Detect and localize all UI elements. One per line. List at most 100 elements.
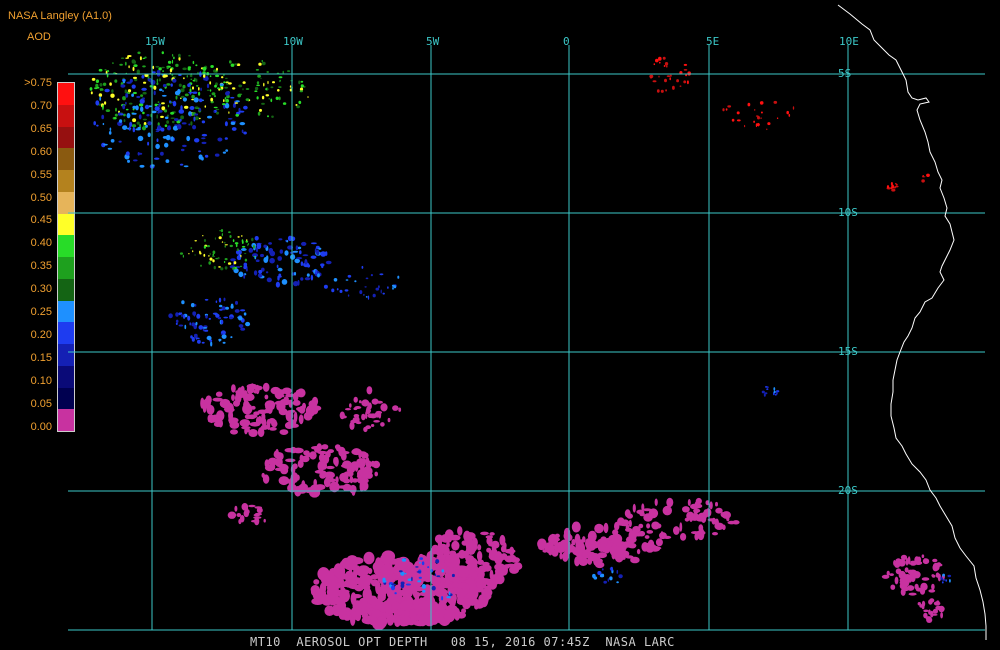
aod-pixel bbox=[360, 461, 365, 472]
aod-pixel bbox=[170, 136, 174, 142]
aod-pixel bbox=[732, 520, 740, 525]
aod-pixel bbox=[165, 159, 170, 164]
aod-pixel bbox=[122, 125, 128, 130]
aod-pixel bbox=[427, 570, 431, 578]
aod-pixel bbox=[666, 497, 674, 508]
aod-pixel bbox=[223, 99, 225, 103]
aod-pixel bbox=[218, 338, 222, 342]
aod-pixel bbox=[178, 83, 182, 88]
aod-pixel bbox=[449, 612, 458, 618]
aod-pixel bbox=[224, 86, 229, 89]
aod-pixel bbox=[651, 521, 660, 530]
aod-pixel bbox=[365, 425, 372, 430]
aod-pixel bbox=[102, 122, 105, 126]
aod-pixel bbox=[300, 80, 304, 83]
aod-pixel bbox=[361, 413, 366, 421]
aod-pixel bbox=[318, 453, 326, 463]
aod-pixel bbox=[179, 252, 184, 255]
aod-pixel bbox=[451, 540, 460, 551]
aod-pixel bbox=[766, 388, 769, 391]
aod-pixel bbox=[170, 111, 175, 115]
aod-pixel bbox=[363, 294, 365, 296]
aod-pixel bbox=[644, 535, 650, 539]
aod-pixel bbox=[120, 113, 124, 116]
aod-pixel bbox=[202, 71, 206, 74]
aod-pixel bbox=[256, 84, 260, 87]
aod-pixel bbox=[156, 114, 158, 119]
aod-pixel bbox=[212, 312, 218, 315]
aod-pixel bbox=[258, 269, 263, 274]
aod-pixel bbox=[232, 239, 235, 243]
aod-pixel bbox=[224, 97, 227, 100]
aod-pixel bbox=[200, 397, 205, 409]
aod-pixel bbox=[656, 89, 660, 93]
aod-pixel bbox=[206, 404, 215, 415]
aod-pixel bbox=[300, 277, 304, 281]
aod-pixel bbox=[394, 592, 397, 595]
lat-lon-grid: 15W 10W 5W 0 5E 10E 5S 10S 15S 20S bbox=[68, 35, 985, 631]
aod-pixel bbox=[333, 457, 338, 465]
aod-pixel bbox=[233, 261, 237, 265]
aod-pixel bbox=[690, 503, 698, 510]
aod-pixel bbox=[437, 540, 443, 547]
aod-pixel bbox=[895, 185, 899, 188]
aod-pixel bbox=[268, 97, 270, 100]
aod-pixel bbox=[131, 93, 135, 97]
aod-pixel bbox=[639, 511, 645, 517]
aod-pixel bbox=[766, 386, 769, 389]
aod-pixel bbox=[157, 111, 160, 114]
aod-pixel bbox=[267, 404, 273, 414]
aod-pixel bbox=[97, 86, 100, 89]
aod-pixel bbox=[210, 341, 213, 347]
aod-pixel bbox=[265, 94, 270, 97]
aod-pixel bbox=[646, 523, 651, 529]
aod-pixel bbox=[314, 446, 320, 453]
aod-pixel bbox=[225, 81, 229, 84]
aod-pixel bbox=[217, 412, 224, 418]
aod-pixel bbox=[392, 284, 395, 287]
aod-pixel bbox=[110, 139, 115, 143]
aod-pixel bbox=[380, 403, 388, 412]
aod-pixel bbox=[359, 574, 373, 585]
aod-pixel bbox=[284, 448, 295, 453]
aod-pixel bbox=[182, 84, 186, 89]
aod-pixel bbox=[921, 604, 925, 610]
aod-pixel bbox=[940, 612, 943, 619]
aod-pixel bbox=[256, 507, 263, 514]
aod-pixel bbox=[215, 391, 223, 397]
aod-pixel bbox=[224, 137, 228, 140]
aod-pixel bbox=[163, 109, 168, 113]
aod-pixel bbox=[212, 259, 215, 263]
aod-pixel bbox=[238, 110, 245, 113]
aod-pixel bbox=[894, 576, 899, 585]
aod-pixel bbox=[228, 111, 230, 114]
lon-label-15w: 15W bbox=[145, 35, 165, 48]
aod-pixel bbox=[331, 288, 335, 293]
aod-pixel bbox=[245, 510, 249, 514]
aod-pixel bbox=[265, 271, 269, 274]
aod-pixel bbox=[254, 517, 260, 526]
aod-pixel bbox=[271, 115, 274, 118]
aod-pixel bbox=[374, 471, 379, 477]
aod-pixel bbox=[486, 536, 493, 546]
aod-pixel bbox=[136, 95, 141, 99]
aod-pixel bbox=[354, 280, 357, 283]
aod-pixel bbox=[187, 315, 191, 321]
aod-pixel bbox=[310, 242, 317, 245]
aod-pixel bbox=[296, 257, 303, 260]
aod-pixel bbox=[373, 420, 380, 423]
aod-pixel bbox=[503, 542, 507, 549]
aod-pixel bbox=[304, 259, 308, 265]
aod-pixel bbox=[198, 150, 202, 153]
aod-pixel bbox=[351, 557, 364, 565]
aod-pixel bbox=[209, 95, 211, 97]
aod-pixel bbox=[921, 577, 930, 581]
aod-pixel bbox=[230, 96, 235, 99]
aod-pixel bbox=[662, 56, 666, 60]
aod-pixel bbox=[178, 109, 185, 114]
aod-pixel bbox=[203, 239, 207, 242]
aod-pixel bbox=[232, 267, 236, 270]
aod-pixel bbox=[110, 93, 115, 98]
aod-pixel bbox=[157, 101, 160, 103]
aod-pixel bbox=[123, 119, 126, 123]
